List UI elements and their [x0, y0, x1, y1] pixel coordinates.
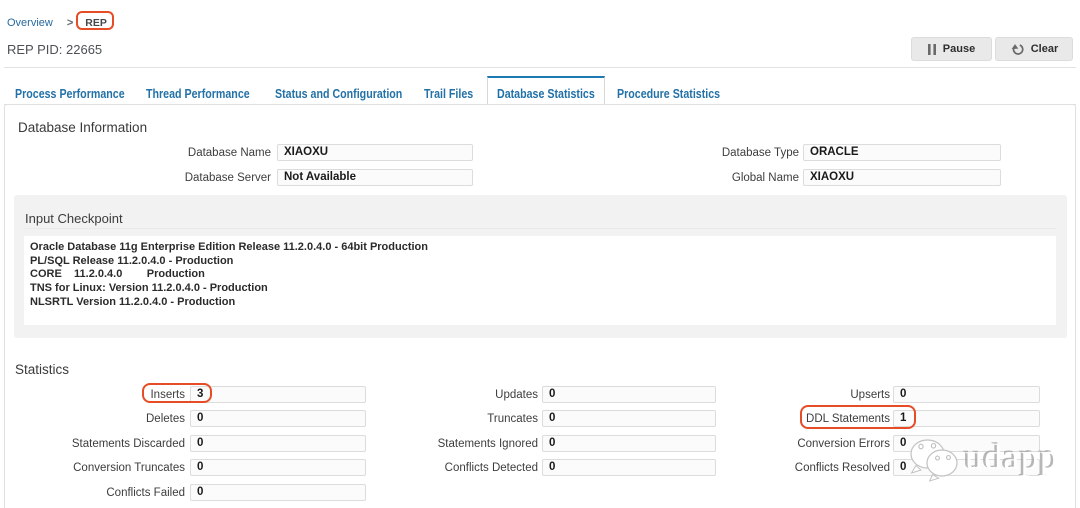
- svg-text:udapp: udapp: [965, 437, 1059, 477]
